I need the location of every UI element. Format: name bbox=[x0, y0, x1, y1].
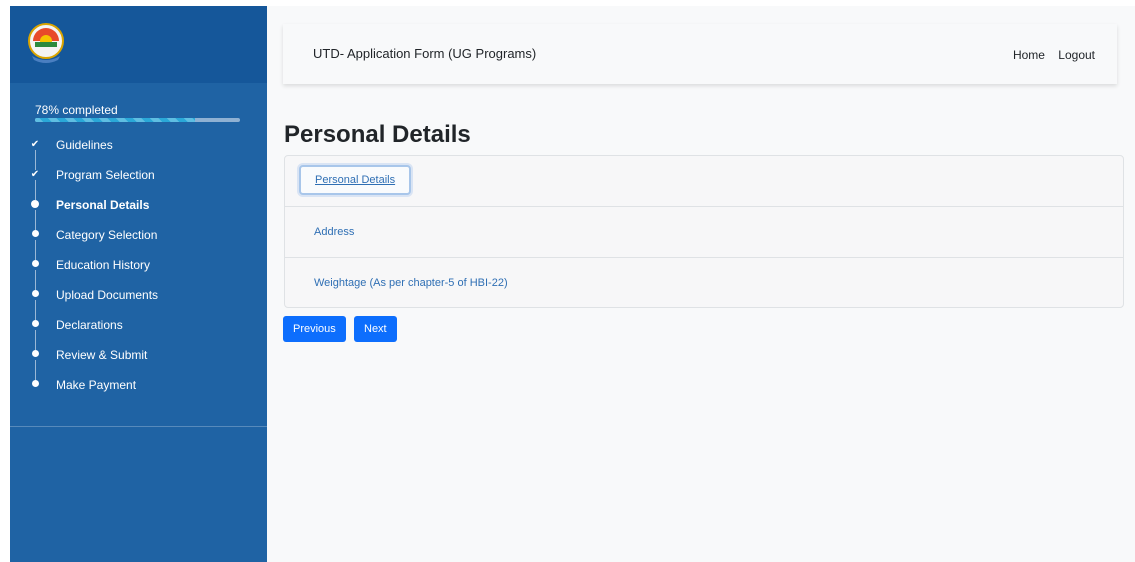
step-list: ✔ Guidelines ✔ Program Selection Persona… bbox=[10, 130, 267, 400]
home-link[interactable]: Home bbox=[1013, 48, 1045, 62]
top-navbar: UTD- Application Form (UG Programs) Home… bbox=[283, 24, 1117, 84]
step-review-submit[interactable]: Review & Submit bbox=[10, 340, 267, 380]
sidebar-divider bbox=[10, 426, 267, 427]
check-icon: ✔ bbox=[30, 169, 40, 180]
section-accordion: Personal Details Address Weightage (As p… bbox=[284, 155, 1124, 308]
page-title: Personal Details bbox=[284, 121, 471, 148]
step-label: Make Payment bbox=[56, 378, 137, 392]
dot-icon bbox=[29, 380, 41, 390]
dot-icon bbox=[29, 350, 41, 360]
step-label: Program Selection bbox=[56, 168, 155, 182]
step-upload-documents[interactable]: Upload Documents bbox=[10, 280, 267, 320]
dot-icon bbox=[29, 230, 41, 240]
step-label: Review & Submit bbox=[56, 348, 148, 362]
accordion-item-personal-details[interactable]: Personal Details bbox=[285, 156, 1123, 207]
check-icon: ✔ bbox=[30, 139, 40, 150]
university-logo bbox=[28, 23, 64, 63]
previous-button[interactable]: Previous bbox=[283, 316, 346, 342]
progress-label: 78% completed bbox=[35, 103, 118, 117]
accordion-link[interactable]: Weightage (As per chapter-5 of HBI-22) bbox=[314, 277, 508, 289]
step-label: Declarations bbox=[56, 318, 123, 332]
app-title: UTD- Application Form (UG Programs) bbox=[313, 46, 537, 61]
step-guidelines[interactable]: ✔ Guidelines bbox=[10, 130, 267, 170]
accordion-item-address[interactable]: Address bbox=[285, 207, 1123, 258]
step-label: Personal Details bbox=[56, 198, 150, 212]
dot-icon bbox=[29, 199, 41, 211]
accordion-item-weightage[interactable]: Weightage (As per chapter-5 of HBI-22) bbox=[285, 258, 1123, 307]
step-declarations[interactable]: Declarations bbox=[10, 310, 267, 350]
sidebar: 78% completed ✔ Guidelines ✔ Program Sel… bbox=[10, 6, 267, 562]
step-label: Category Selection bbox=[56, 228, 158, 242]
next-button[interactable]: Next bbox=[354, 316, 397, 342]
sidebar-header bbox=[10, 6, 267, 83]
accordion-link[interactable]: Address bbox=[314, 226, 354, 238]
logout-link[interactable]: Logout bbox=[1058, 48, 1095, 62]
step-education-history[interactable]: Education History bbox=[10, 250, 267, 290]
step-label: Upload Documents bbox=[56, 288, 159, 302]
dot-icon bbox=[29, 260, 41, 270]
dot-icon bbox=[29, 320, 41, 330]
progress-bar-fill bbox=[35, 118, 195, 122]
step-category-selection[interactable]: Category Selection bbox=[10, 220, 267, 260]
step-label: Education History bbox=[56, 258, 151, 272]
step-make-payment[interactable]: Make Payment bbox=[10, 370, 267, 400]
main-content: UTD- Application Form (UG Programs) Home… bbox=[267, 6, 1135, 562]
step-label: Guidelines bbox=[56, 138, 113, 152]
dot-icon bbox=[29, 290, 41, 300]
progress-bar bbox=[35, 118, 240, 122]
nav-links: Home Logout bbox=[1003, 48, 1095, 62]
step-personal-details[interactable]: Personal Details bbox=[10, 190, 267, 230]
accordion-link[interactable]: Personal Details bbox=[299, 165, 412, 195]
step-program-selection[interactable]: ✔ Program Selection bbox=[10, 160, 267, 200]
